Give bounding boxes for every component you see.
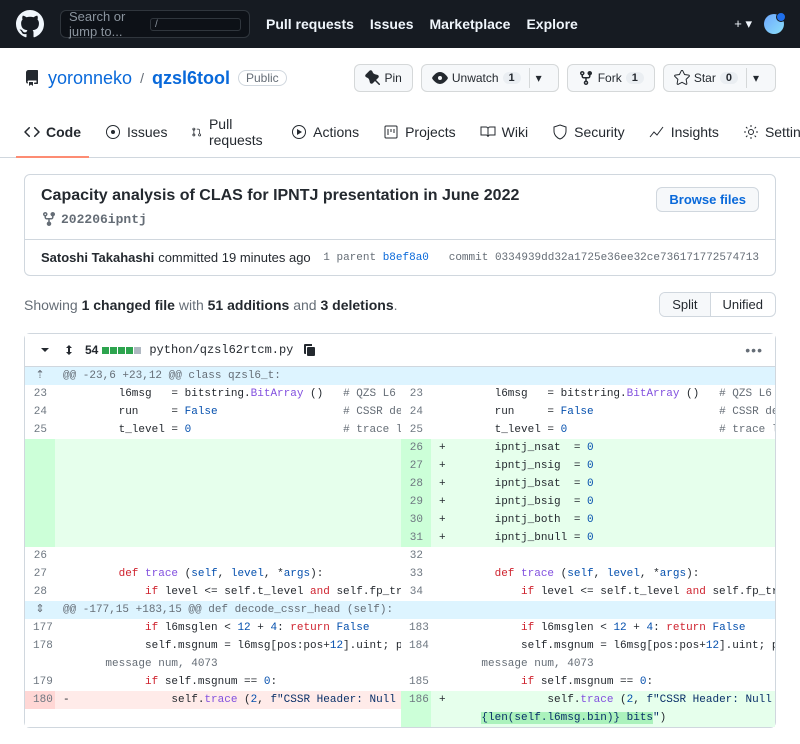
projects-icon [383,124,399,140]
diff-bars [102,347,141,354]
chevron-down-icon[interactable]: ▾ [746,68,765,88]
create-menu[interactable]: + ▾ [734,16,752,32]
tab-code[interactable]: Code [16,108,89,158]
tab-insights[interactable]: Insights [641,108,727,158]
wiki-icon [480,124,496,140]
tab-settings[interactable]: Settings [735,108,800,158]
unwatch-button[interactable]: Unwatch1▾ [421,64,559,92]
view-unified[interactable]: Unified [711,293,775,316]
issues-icon [105,124,121,140]
expand-icon[interactable] [61,342,77,358]
pin-icon [365,70,381,86]
search-hotkey: / [150,18,241,31]
code-icon [24,124,40,140]
diff-table: ⇡@@ -23,6 +23,12 @@ class qzsl6_t: 23 l6… [25,367,775,727]
star-button[interactable]: Star0▾ [663,64,776,92]
browse-files-button[interactable]: Browse files [656,187,759,212]
commit-title: Capacity analysis of CLAS for IPNTJ pres… [41,187,519,205]
global-nav: Pull requests Issues Marketplace Explore [266,16,578,32]
actions-icon [291,124,307,140]
repo-header: yoronneko / qzsl6tool Public Pin Unwatch… [0,48,800,92]
branch-icon [41,211,57,227]
diff-summary: Showing 1 changed file with 51 additions… [24,297,398,313]
kebab-menu[interactable]: ••• [745,342,763,358]
view-split[interactable]: Split [660,293,710,316]
eye-icon [432,70,448,86]
graph-icon [649,124,665,140]
chevron-down-icon[interactable] [37,342,53,358]
global-search[interactable]: Search or jump to... / [60,10,250,38]
pull-icon [191,124,203,140]
diff-count: 54 [85,343,98,357]
pin-button[interactable]: Pin [354,64,413,92]
view-toggle: Split Unified [659,292,776,317]
avatar[interactable] [764,14,784,34]
gear-icon [743,124,759,140]
commit-time: committed 19 minutes ago [158,250,310,265]
tab-issues[interactable]: Issues [97,108,175,158]
file-path[interactable]: python/qzsl62rtcm.py [149,343,293,357]
global-header: Search or jump to... / Pull requests Iss… [0,0,800,48]
hunk-header: @@ -23,6 +23,12 @@ class qzsl6_t: [55,367,401,385]
tab-projects[interactable]: Projects [375,108,464,158]
parent-sha[interactable]: b8ef8a0 [383,252,429,264]
repo-owner-link[interactable]: yoronneko [48,68,132,89]
copy-icon[interactable] [301,342,317,358]
shield-icon [552,124,568,140]
expand-icon[interactable]: ⇕ [25,601,55,619]
commit-sha: 0334939dd32a1725e36ee32ce736171772574713 [495,252,759,264]
branch-name[interactable]: 202206ipntj [61,212,147,227]
tab-pulls[interactable]: Pull requests [183,108,275,158]
nav-issues[interactable]: Issues [370,16,414,32]
fork-button[interactable]: Fork1 [567,64,655,92]
expand-up-icon[interactable]: ⇡ [25,367,55,385]
repo-name-link[interactable]: qzsl6tool [152,68,230,89]
hunk-header: @@ -177,15 +183,15 @@ def decode_cssr_he… [55,601,401,619]
tab-wiki[interactable]: Wiki [472,108,536,158]
repo-icon [24,70,40,86]
repo-tabs: Code Issues Pull requests Actions Projec… [0,108,800,158]
fork-icon [578,70,594,86]
tab-security[interactable]: Security [544,108,633,158]
chevron-down-icon[interactable]: ▾ [529,68,548,88]
commit-box: Capacity analysis of CLAS for IPNTJ pres… [24,174,776,276]
file-diff: 54 python/qzsl62rtcm.py ••• ⇡@@ -23,6 +2… [24,333,776,728]
nav-pulls[interactable]: Pull requests [266,16,354,32]
star-icon [674,70,690,86]
nav-explore[interactable]: Explore [526,16,577,32]
commit-author[interactable]: Satoshi Takahashi [41,250,154,265]
tab-actions[interactable]: Actions [283,108,367,158]
visibility-badge: Public [238,70,287,86]
nav-marketplace[interactable]: Marketplace [430,16,511,32]
github-logo[interactable] [16,10,44,38]
